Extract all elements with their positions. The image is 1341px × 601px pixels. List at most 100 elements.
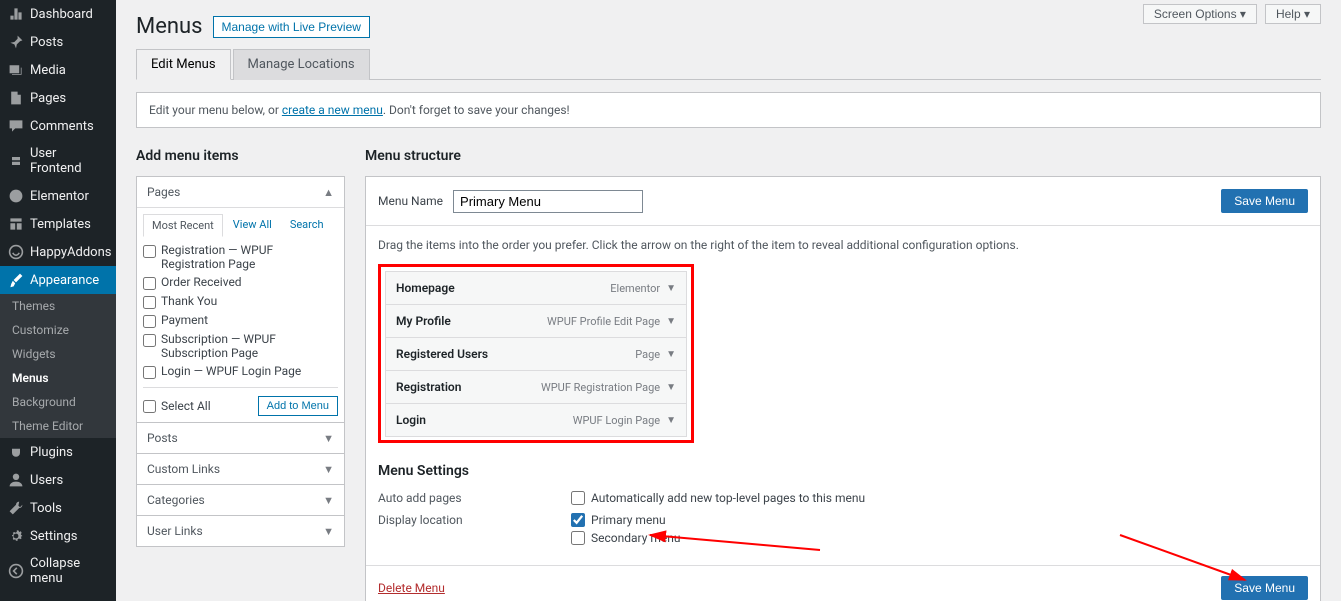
sidebar-users[interactable]: Users <box>0 466 116 494</box>
chevron-down-icon[interactable]: ▼ <box>666 349 676 360</box>
sidebar-sub-background[interactable]: Background <box>0 390 116 414</box>
menu-item-title: My Profile <box>396 314 451 328</box>
inner-tab-view-all[interactable]: View All <box>225 214 280 237</box>
menu-item-row[interactable]: HomepageElementor▼ <box>385 271 687 305</box>
acc-label: Categories <box>147 493 205 507</box>
sidebar-comments[interactable]: Comments <box>0 112 116 140</box>
create-menu-link[interactable]: create a new menu <box>282 103 383 117</box>
sidebar-templates[interactable]: Templates <box>0 210 116 238</box>
sidebar-label: Comments <box>30 119 94 134</box>
elementor-icon <box>8 188 24 204</box>
manage-live-preview-button[interactable]: Manage with Live Preview <box>213 16 370 38</box>
chevron-down-icon[interactable]: ▼ <box>666 415 676 426</box>
auto-add-check-label: Automatically add new top-level pages to… <box>591 491 865 505</box>
sidebar-label: Tools <box>30 501 62 516</box>
menu-items-highlight-box: HomepageElementor▼ My ProfileWPUF Profil… <box>378 264 694 443</box>
save-menu-bottom-button[interactable]: Save Menu <box>1221 576 1308 600</box>
comment-icon <box>8 118 24 134</box>
accordion-header-user-links[interactable]: User Links▼ <box>137 516 344 546</box>
inner-tab-most-recent[interactable]: Most Recent <box>143 214 223 237</box>
menu-item-title: Homepage <box>396 281 455 295</box>
sidebar-happyaddons[interactable]: HappyAddons <box>0 238 116 266</box>
page-checkbox-item[interactable]: Order Received <box>143 273 338 292</box>
sidebar-collapse[interactable]: Collapse menu <box>0 550 116 592</box>
accordion-header-pages[interactable]: Pages▲ <box>137 177 344 207</box>
menu-structure-column: Menu structure Menu Name Save Menu Drag … <box>365 148 1321 601</box>
accordion-custom-links: Custom Links▼ <box>136 453 345 485</box>
page-checkbox-item[interactable]: Login — WPUF Login Page <box>143 362 338 381</box>
page-label: Thank You <box>161 294 217 308</box>
sidebar-pages[interactable]: Pages <box>0 84 116 112</box>
page-checkbox-item[interactable]: Thank You <box>143 292 338 311</box>
sidebar-posts[interactable]: Posts <box>0 28 116 56</box>
menu-edit-wrap: Menu Name Save Menu Drag the items into … <box>365 176 1321 601</box>
primary-menu-checkbox[interactable] <box>571 513 585 527</box>
auto-add-checkbox-row[interactable]: Automatically add new top-level pages to… <box>571 491 865 505</box>
chevron-down-icon[interactable]: ▼ <box>666 382 676 393</box>
accordion-header-posts[interactable]: Posts▼ <box>137 423 344 453</box>
delete-menu-link[interactable]: Delete Menu <box>378 581 445 595</box>
sidebar-sub-menus[interactable]: Menus <box>0 366 116 390</box>
primary-menu-checkbox-row[interactable]: Primary menu <box>571 513 681 527</box>
page-checkbox[interactable] <box>143 315 156 328</box>
auto-add-checkbox[interactable] <box>571 491 585 505</box>
menu-item-row[interactable]: RegistrationWPUF Registration Page▼ <box>385 370 687 404</box>
accordion-user-links: User Links▼ <box>136 515 345 547</box>
sidebar-settings[interactable]: Settings <box>0 522 116 550</box>
sidebar-appearance[interactable]: Appearance <box>0 266 116 294</box>
select-all[interactable]: Select All <box>143 399 211 413</box>
accordion-categories: Categories▼ <box>136 484 345 516</box>
page-checkbox[interactable] <box>143 296 156 309</box>
page-checkbox[interactable] <box>143 334 156 347</box>
chevron-down-icon[interactable]: ▼ <box>666 283 676 294</box>
page-checkbox-item[interactable]: Payment <box>143 311 338 330</box>
sidebar-sub-theme-editor[interactable]: Theme Editor <box>0 414 116 438</box>
menu-item-row[interactable]: LoginWPUF Login Page▼ <box>385 403 687 437</box>
page-title: Menus <box>136 14 203 39</box>
acc-label: Custom Links <box>147 462 220 476</box>
tab-manage-locations[interactable]: Manage Locations <box>233 49 370 80</box>
main-content: Screen Options ▾ Help ▾ Menus Manage wit… <box>116 0 1341 601</box>
menu-item-type: Page <box>635 348 660 361</box>
add-to-menu-button[interactable]: Add to Menu <box>258 396 338 416</box>
secondary-menu-checkbox-row[interactable]: Secondary menu <box>571 531 681 545</box>
sidebar-dashboard[interactable]: Dashboard <box>0 0 116 28</box>
sidebar-plugins[interactable]: Plugins <box>0 438 116 466</box>
menu-name-input[interactable] <box>453 190 643 213</box>
acc-label: User Links <box>147 524 203 538</box>
chevron-up-icon: ▲ <box>323 186 334 199</box>
menu-item-row[interactable]: Registered Users Page ▼ <box>385 337 687 371</box>
accordion-header-categories[interactable]: Categories▼ <box>137 485 344 515</box>
secondary-menu-checkbox[interactable] <box>571 531 585 545</box>
sidebar-label: Dashboard <box>30 7 93 22</box>
page-checkbox-item[interactable]: Registration — WPUF Registration Page <box>143 241 338 273</box>
page-checkbox[interactable] <box>143 245 156 258</box>
menu-item-title: Registered Users <box>396 347 488 361</box>
happy-icon <box>8 244 24 260</box>
select-all-checkbox[interactable] <box>143 400 156 413</box>
page-checkbox[interactable] <box>143 277 156 290</box>
save-menu-top-button[interactable]: Save Menu <box>1221 189 1308 213</box>
add-items-column: Add menu items Pages▲ Most Recent View A… <box>136 148 345 601</box>
sidebar-media[interactable]: Media <box>0 56 116 84</box>
brush-icon <box>8 272 24 288</box>
sidebar-elementor[interactable]: Elementor <box>0 182 116 210</box>
page-checkbox[interactable] <box>143 366 156 379</box>
menu-item-row[interactable]: My ProfileWPUF Profile Edit Page▼ <box>385 304 687 338</box>
sidebar-user-frontend[interactable]: User Frontend <box>0 140 116 182</box>
accordion-header-custom-links[interactable]: Custom Links▼ <box>137 454 344 484</box>
auto-add-label: Auto add pages <box>378 491 571 505</box>
acc-label: Posts <box>147 431 178 445</box>
tab-edit-menus[interactable]: Edit Menus <box>136 49 231 80</box>
chevron-down-icon[interactable]: ▼ <box>666 316 676 327</box>
sidebar-label: User Frontend <box>30 146 108 176</box>
page-checkbox-item[interactable]: Subscription — WPUF Subscription Page <box>143 330 338 362</box>
select-all-label: Select All <box>161 399 211 413</box>
inner-tab-search[interactable]: Search <box>282 214 332 237</box>
sidebar-sub-widgets[interactable]: Widgets <box>0 342 116 366</box>
sidebar-sub-customize[interactable]: Customize <box>0 318 116 342</box>
help-button[interactable]: Help ▾ <box>1265 4 1321 24</box>
sidebar-sub-themes[interactable]: Themes <box>0 294 116 318</box>
sidebar-tools[interactable]: Tools <box>0 494 116 522</box>
screen-options-button[interactable]: Screen Options ▾ <box>1143 4 1257 24</box>
